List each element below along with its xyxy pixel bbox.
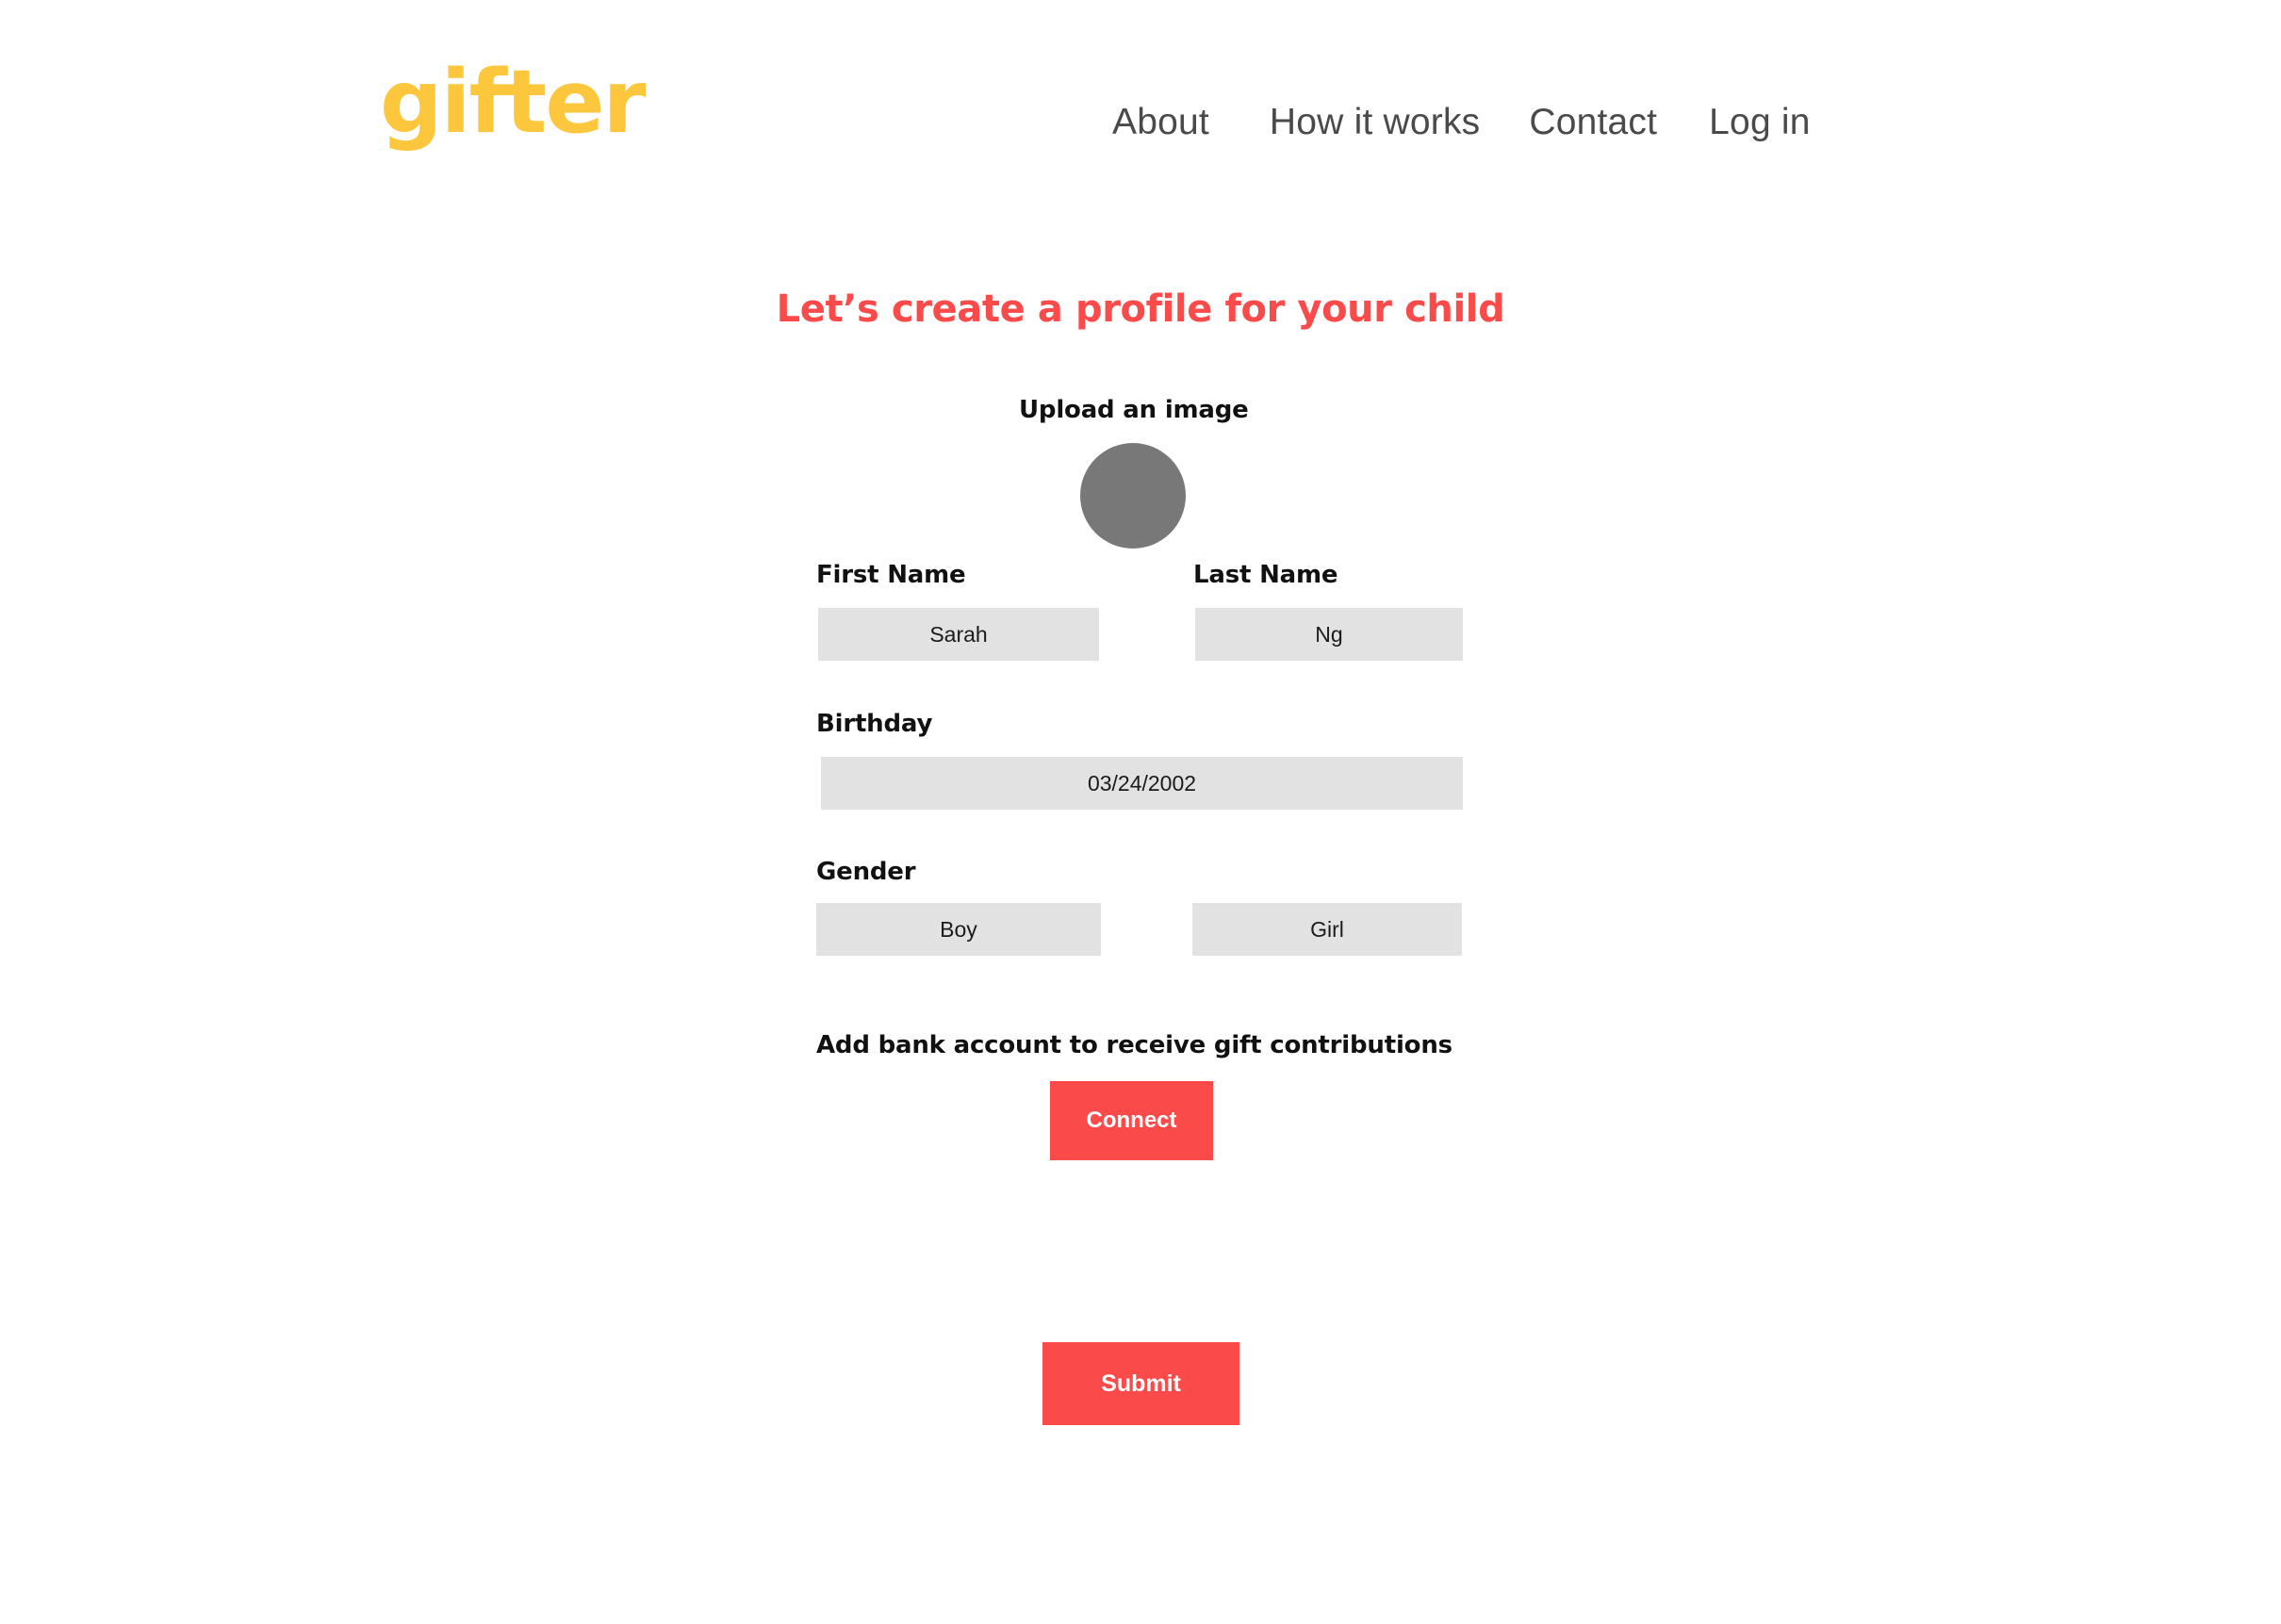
gender-option-boy[interactable]: Boy [816,903,1101,956]
first-name-label: First Name [816,561,966,589]
birthday-input[interactable]: 03/24/2002 [821,757,1463,810]
gender-option-girl[interactable]: Girl [1192,903,1462,956]
child-profile-form: Upload an image First Name Sarah Last Na… [0,0,2281,1624]
birthday-label: Birthday [816,710,933,738]
bank-account-label: Add bank account to receive gift contrib… [816,1031,1452,1059]
first-name-input[interactable]: Sarah [818,608,1099,661]
connect-bank-button[interactable]: Connect [1050,1081,1213,1160]
submit-button[interactable]: Submit [1042,1342,1239,1425]
avatar-upload-placeholder[interactable] [1080,443,1186,549]
last-name-label: Last Name [1193,561,1338,589]
gender-label: Gender [816,858,916,886]
upload-image-label: Upload an image [1019,396,1249,424]
last-name-input[interactable]: Ng [1195,608,1463,661]
